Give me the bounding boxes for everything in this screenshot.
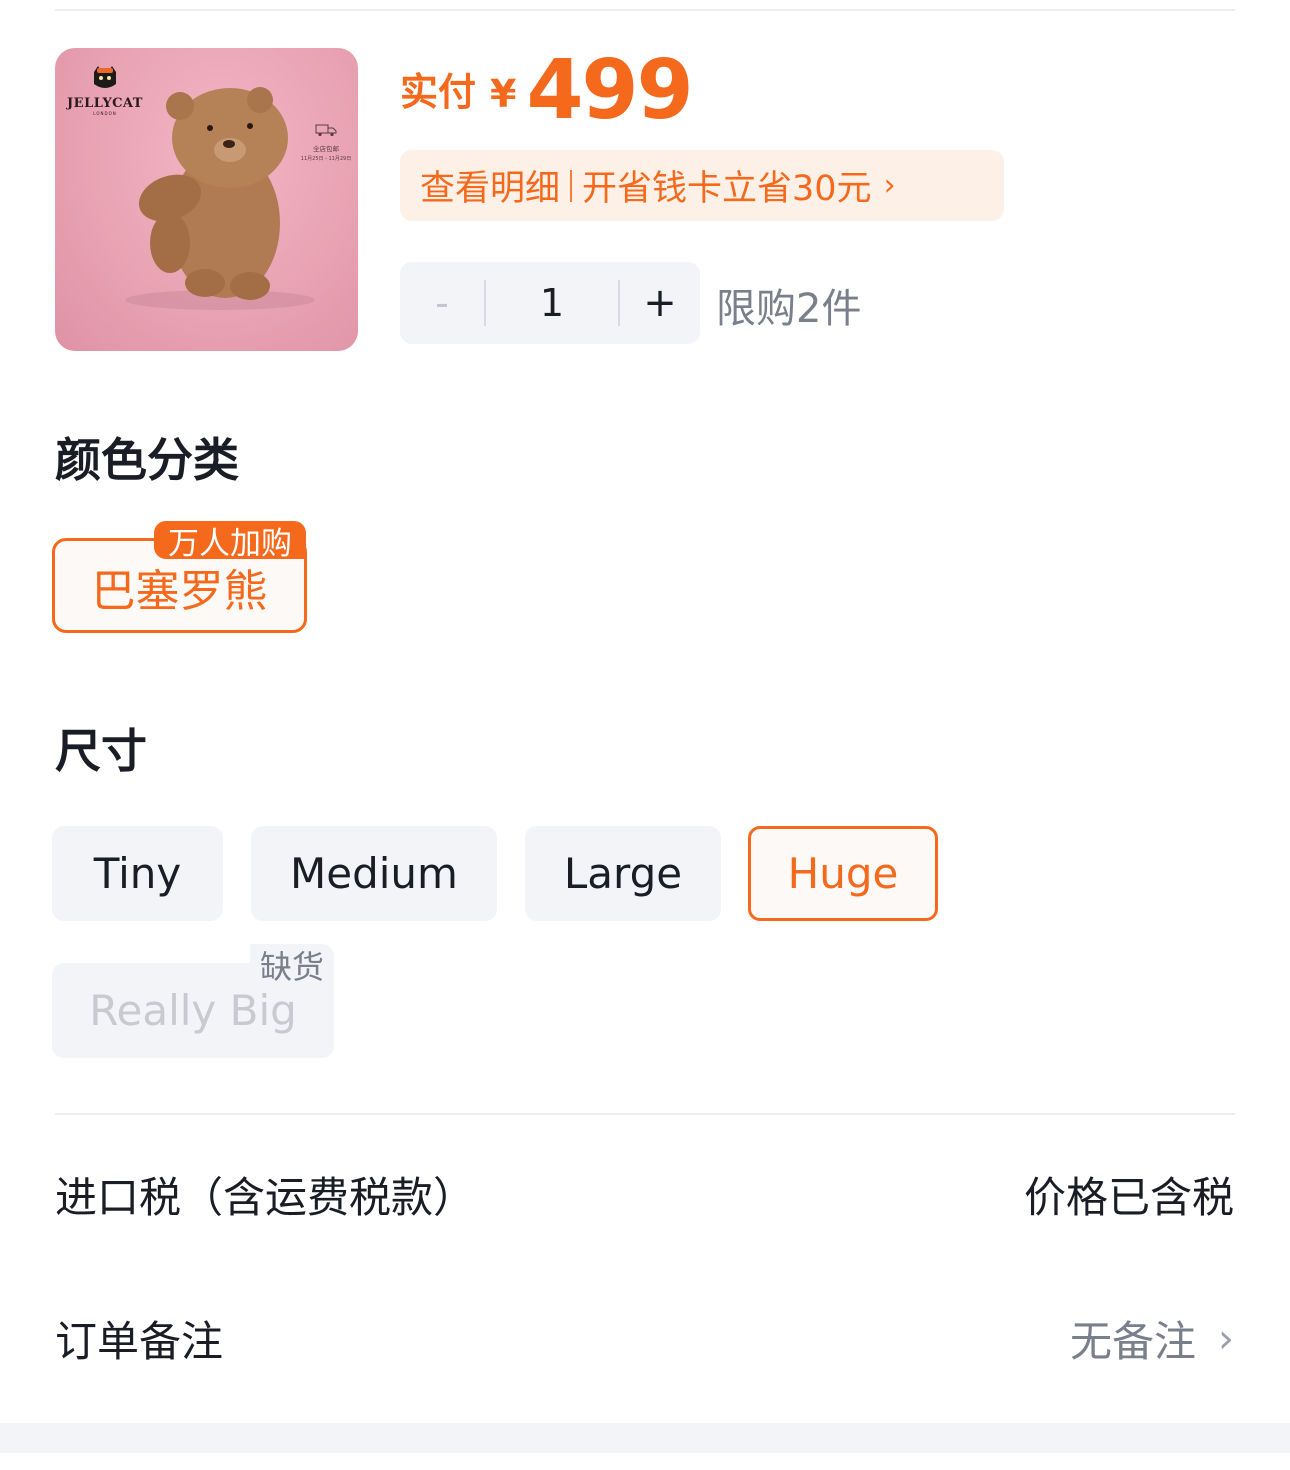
import-tax-value: 价格已含税 bbox=[1023, 1173, 1234, 1222]
truck-icon bbox=[315, 124, 337, 137]
product-image[interactable]: JELLYCAT LONDON 全店包邮 11月25日 - 11月29日 bbox=[55, 48, 358, 351]
price-value: 499 bbox=[526, 43, 693, 138]
price-currency: ¥ bbox=[490, 72, 517, 116]
color-section-title: 颜色分类 bbox=[55, 433, 239, 487]
brand-logo-text: JELLYCAT bbox=[67, 96, 143, 111]
popular-badge: 万人加购 bbox=[154, 521, 306, 562]
import-tax-label: 进口税（含运费税款） bbox=[55, 1173, 476, 1222]
size-option-tiny[interactable]: Tiny bbox=[52, 826, 223, 921]
order-note-label[interactable]: 订单备注 bbox=[55, 1308, 223, 1369]
order-note-text: 无备注 bbox=[1069, 1317, 1196, 1366]
bottom-spacer bbox=[0, 1423, 1290, 1453]
view-detail-link[interactable]: 查看明细 bbox=[420, 160, 560, 211]
size-section-title: 尺寸 bbox=[55, 724, 147, 778]
out-of-stock-badge: 缺货 bbox=[250, 944, 334, 986]
quantity-stepper: - 1 + bbox=[400, 262, 700, 344]
quantity-input[interactable]: 1 bbox=[486, 281, 618, 325]
brand-logo: JELLYCAT LONDON bbox=[65, 66, 145, 116]
shipping-date: 11月25日 - 11月29日 bbox=[300, 156, 352, 162]
cat-logo-icon bbox=[90, 66, 120, 92]
size-option-huge[interactable]: Huge bbox=[748, 826, 938, 921]
chevron-right-icon: › bbox=[1218, 1315, 1234, 1362]
price-row: 实付 ¥ 499 bbox=[400, 43, 694, 138]
shipping-label: 全店包邮 bbox=[313, 145, 339, 153]
shipping-info: 全店包邮 11月25日 - 11月29日 bbox=[295, 122, 357, 162]
chevron-right-icon: › bbox=[883, 168, 896, 203]
top-divider bbox=[55, 9, 1235, 11]
size-option-medium[interactable]: Medium bbox=[251, 826, 497, 921]
decrease-button[interactable]: - bbox=[400, 281, 484, 325]
purchase-limit: 限购2件 bbox=[716, 286, 862, 332]
increase-button[interactable]: + bbox=[620, 280, 700, 326]
size-option-large[interactable]: Large bbox=[525, 826, 721, 921]
section-divider bbox=[55, 1113, 1235, 1115]
savings-card-link[interactable]: 开省钱卡立省30元 bbox=[582, 160, 872, 211]
brand-logo-sub: LONDON bbox=[93, 111, 117, 116]
promo-separator bbox=[570, 169, 573, 202]
price-label: 实付 bbox=[400, 70, 477, 114]
order-note-value[interactable]: 无备注 › bbox=[1070, 1308, 1234, 1369]
promo-banner[interactable]: 查看明细 开省钱卡立省30元 › bbox=[400, 150, 1004, 221]
